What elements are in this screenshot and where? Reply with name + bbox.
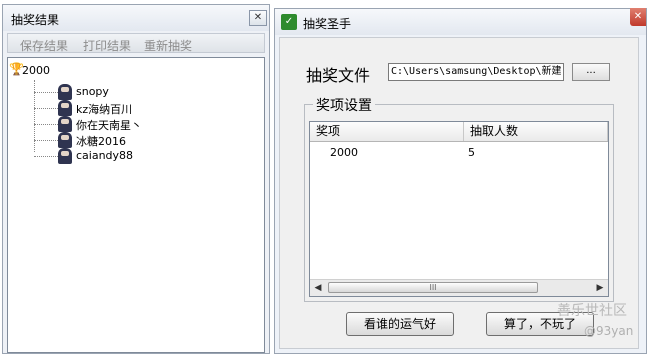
results-tree[interactable]: 🏆 2000 snopy kz海纳百川 你在天南星丶 冰糖2016 caiand… [7,57,265,353]
group-title: 奖项设置 [313,95,375,115]
print-results-button[interactable]: 打印结果 [83,37,131,54]
watermark-site: 善乐世社区 [557,303,627,319]
scroll-left-icon[interactable]: ◀ [310,280,326,296]
results-window-title: 抽奖结果 [11,13,60,27]
tree-root-label: 2000 [22,64,50,77]
count-cell: 5 [468,146,475,159]
column-header-count[interactable]: 抽取人数 [464,122,608,141]
user-icon [58,100,72,116]
list-header: 奖项 抽取人数 [310,122,608,142]
tree-item-label: kz海纳百川 [76,103,133,116]
tree-connector [34,80,35,152]
tree-branch [34,108,60,109]
save-results-button[interactable]: 保存结果 [20,37,68,54]
column-header-prize[interactable]: 奖项 [310,122,464,141]
tree-branch [34,92,60,93]
file-path-field[interactable]: C:\Users\samsung\Desktop\新建 [388,63,564,81]
results-window: 抽奖结果 ✕ 保存结果 打印结果 重新抽奖 🏆 2000 snopy kz海纳百… [2,4,270,354]
list-row[interactable]: 2000 5 [310,144,608,160]
user-icon [58,132,72,148]
lottery-close-button[interactable]: ✕ [630,8,646,26]
user-icon [58,116,72,132]
user-icon [58,148,72,164]
tree-item-label: caiandy88 [76,149,134,162]
tree-branch [34,156,60,157]
results-close-button[interactable]: ✕ [249,10,267,26]
redraw-button[interactable]: 重新抽奖 [144,37,192,54]
tree-branch [34,140,60,141]
scroll-thumb[interactable]: III [328,282,538,293]
tree-item-label: snopy [76,85,109,98]
lottery-title-bar: ✓ 抽奖圣手 ✕ [275,8,646,35]
prize-cell: 2000 [330,146,358,159]
app-logo-icon: ✓ [281,14,297,30]
watermark-user: @93yan [584,324,634,338]
results-toolbar: 保存结果 打印结果 重新抽奖 [7,33,265,53]
lottery-window-title: 抽奖圣手 [303,17,352,31]
results-title-bar: 抽奖结果 ✕ [3,5,269,31]
file-label: 抽奖文件 [306,66,371,85]
trophy-icon: 🏆 [9,62,24,76]
prize-settings-group: 奖项设置 奖项 抽取人数 2000 5 ◀ III ▶ [304,95,614,302]
tree-branch [34,124,60,125]
scroll-right-icon[interactable]: ▶ [592,280,608,296]
browse-button[interactable]: ... [572,63,610,81]
draw-lucky-button[interactable]: 看谁的运气好 [346,312,454,336]
horizontal-scrollbar[interactable]: ◀ III ▶ [310,279,608,296]
tree-item-label: 你在天南星丶 [76,119,142,132]
tree-root[interactable]: 🏆 2000 [9,63,50,77]
tree-item-label: 冰糖2016 [76,135,126,148]
prize-list[interactable]: 奖项 抽取人数 2000 5 ◀ III ▶ [309,121,609,297]
user-icon [58,84,72,100]
